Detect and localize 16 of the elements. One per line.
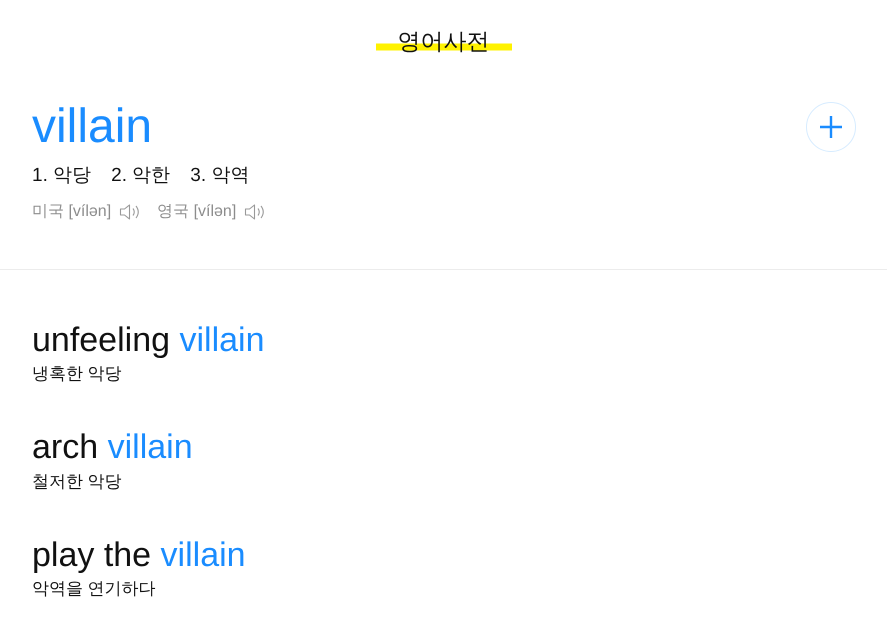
- example-phrase: arch villain: [32, 429, 193, 467]
- pronunciation-text: 미국 [vílən]: [32, 202, 112, 222]
- example-meaning: 철저한 악당: [32, 470, 122, 493]
- meaning-text: 3. 악역: [190, 164, 250, 188]
- example-phrase: play the villain: [32, 536, 246, 574]
- example-meaning: 냉혹한 악당: [32, 363, 122, 386]
- example-phrase: unfeeling villain: [32, 322, 265, 360]
- add-word-button[interactable]: [806, 102, 856, 152]
- speaker-icon[interactable]: [244, 202, 266, 221]
- speaker-icon[interactable]: [119, 202, 142, 221]
- example-meaning: 악역을 연기하다: [32, 578, 156, 600]
- meaning-text: 1. 악당: [32, 164, 92, 188]
- headword: villain: [32, 102, 154, 152]
- plus-icon: [819, 115, 843, 139]
- meaning-text: 2. 악한: [111, 164, 170, 188]
- pronunciation-text: 영국 [vílən]: [157, 202, 236, 222]
